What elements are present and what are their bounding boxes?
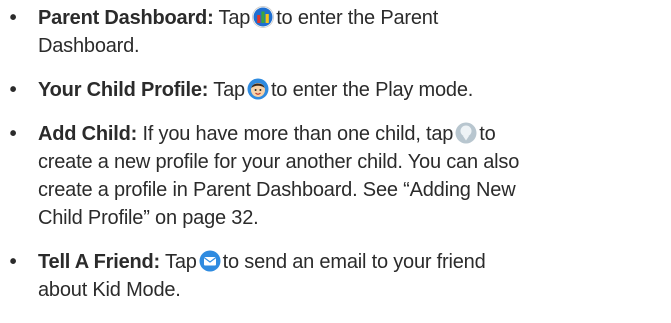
item-term: Your Child Profile: [38, 79, 209, 101]
item-text: Your Child Profile: Tap to enter the Pla… [38, 76, 658, 104]
item-before-text: Tap [213, 79, 245, 101]
item-after-text: to enter the Parent [276, 7, 439, 29]
item-term: Add Child: [38, 123, 138, 145]
item-before-text: Tap [165, 251, 197, 273]
bullet: • [9, 123, 17, 145]
list-item-add-child: • Add Child: If you have more than one c… [0, 120, 660, 232]
item-line-2: Dashboard. [38, 35, 140, 57]
item-line-3: create a profile in Parent Dashboard. Se… [38, 179, 516, 201]
item-after-text: to enter the Play mode. [270, 79, 474, 101]
item-text: Tell A Friend: Tap to send an email to y… [38, 248, 658, 304]
child-profile-icon[interactable] [247, 78, 269, 100]
email-icon[interactable] [199, 250, 221, 272]
item-after-text: to [479, 123, 496, 145]
item-term: Parent Dashboard: [38, 7, 214, 29]
item-after-text: to send an email to your friend [222, 251, 486, 273]
item-before-text: If you have more than one child, tap [142, 123, 454, 145]
bullet: • [9, 79, 17, 101]
item-line-4: Child Profile” on page 32. [38, 207, 259, 229]
parent-dashboard-icon[interactable] [252, 6, 275, 28]
list-item-child-profile: • Your Child Profile: Tap to enter the P… [0, 76, 660, 104]
item-text: Add Child: If you have more than one chi… [38, 120, 658, 232]
list-item-tell-a-friend: • Tell A Friend: Tap to send an email to… [0, 248, 660, 304]
list-item-parent-dashboard: • Parent Dashboard: Tap to enter the Par… [0, 4, 660, 60]
item-line-2: about Kid Mode. [38, 279, 181, 301]
item-term: Tell A Friend: [38, 251, 161, 273]
item-before-text: Tap [218, 7, 251, 29]
item-text: Parent Dashboard: Tap to enter the Paren… [38, 4, 658, 60]
bullet: • [9, 251, 17, 273]
item-line-2: create a new profile for your another ch… [38, 151, 520, 173]
add-child-icon[interactable] [455, 122, 477, 144]
bullet: • [9, 7, 17, 29]
